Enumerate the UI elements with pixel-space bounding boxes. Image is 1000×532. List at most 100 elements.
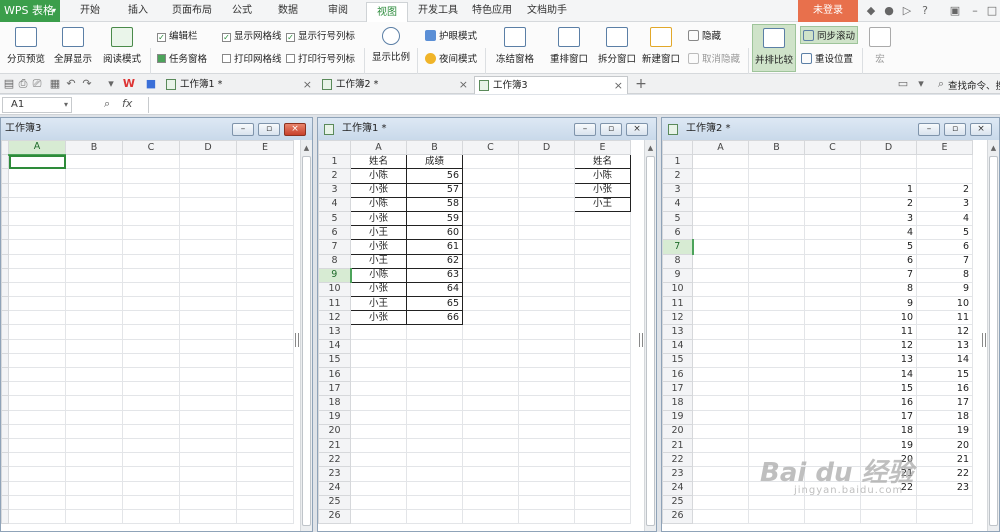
grid-cell[interactable] xyxy=(804,352,861,369)
row-header[interactable]: 5 xyxy=(662,210,693,227)
row-header[interactable]: 23 xyxy=(662,466,693,482)
grid-cell[interactable]: 64 xyxy=(406,281,463,298)
grid-cell[interactable] xyxy=(406,466,463,482)
grid-cell[interactable] xyxy=(462,196,519,212)
grid-cell[interactable] xyxy=(179,225,237,241)
grid-cell[interactable] xyxy=(65,480,123,496)
hide-window-button[interactable]: 隐藏 xyxy=(688,28,721,42)
row-header[interactable]: 12 xyxy=(318,310,351,326)
grid-cell[interactable] xyxy=(65,395,123,411)
grid-cell[interactable]: 2 xyxy=(860,196,917,212)
full-screen-button[interactable]: 全屏显示 xyxy=(52,27,94,65)
grid-cell[interactable] xyxy=(692,225,749,241)
grid-cell[interactable] xyxy=(350,452,407,468)
grid-cell[interactable] xyxy=(122,338,180,354)
grid-cell[interactable] xyxy=(574,267,631,283)
grid-cell[interactable] xyxy=(574,466,631,482)
grid-cell[interactable] xyxy=(406,409,463,425)
window-minimize-button[interactable]: – xyxy=(574,123,596,136)
grid-cell[interactable] xyxy=(462,267,519,283)
grid-cell[interactable] xyxy=(65,324,123,340)
row-header[interactable]: 8 xyxy=(318,253,351,269)
grid-cell[interactable] xyxy=(8,366,66,383)
window-minimize-button[interactable]: – xyxy=(918,123,940,136)
column-header[interactable]: D xyxy=(860,139,917,156)
preview-icon[interactable]: ▦ xyxy=(48,77,62,91)
grid-cell[interactable] xyxy=(462,452,519,468)
grid-cell[interactable] xyxy=(236,182,294,198)
grid-cell[interactable] xyxy=(122,381,180,397)
row-header[interactable] xyxy=(1,253,9,269)
grid-cell[interactable] xyxy=(574,381,631,397)
split-handle[interactable] xyxy=(982,333,986,347)
grid-cell[interactable] xyxy=(350,423,407,439)
grid-cell[interactable] xyxy=(65,508,123,525)
grid-cell[interactable] xyxy=(406,338,463,354)
window-restore-button[interactable]: ▫ xyxy=(600,123,622,136)
tab-formulas[interactable]: 公式 xyxy=(226,0,258,22)
name-box[interactable]: A1 ▾ xyxy=(2,97,72,113)
grid-cell[interactable] xyxy=(122,494,180,510)
row-header[interactable] xyxy=(1,381,9,397)
grid-cell[interactable] xyxy=(518,281,575,298)
grid-cell[interactable] xyxy=(692,466,749,482)
grid-cell[interactable]: 13 xyxy=(860,352,917,369)
grid-cell[interactable]: 19 xyxy=(916,423,973,439)
row-header[interactable]: 17 xyxy=(662,381,693,397)
grid-cell[interactable]: 4 xyxy=(916,210,973,227)
grid-cell[interactable] xyxy=(406,423,463,439)
grid-cell[interactable] xyxy=(236,210,294,227)
grid-cell[interactable] xyxy=(748,423,805,439)
grid-cell[interactable] xyxy=(236,296,294,312)
window-title-bar[interactable]: 工作簿2 * – ▫ × xyxy=(662,118,999,140)
grid-cell[interactable] xyxy=(65,267,123,283)
grid-cell[interactable] xyxy=(518,452,575,468)
grid-cell[interactable] xyxy=(122,366,180,383)
row-header[interactable]: 22 xyxy=(318,452,351,468)
unhide-window-button[interactable]: 取消隐藏 xyxy=(688,51,740,65)
close-icon[interactable]: × xyxy=(303,76,312,93)
grid-cell[interactable] xyxy=(462,225,519,241)
grid-cell[interactable] xyxy=(574,253,631,269)
grid-cell[interactable] xyxy=(122,296,180,312)
grid-cell[interactable] xyxy=(406,480,463,496)
grid-cell[interactable] xyxy=(462,409,519,425)
arrange-windows-button[interactable]: 重排窗口 xyxy=(544,27,594,65)
grid-cell[interactable] xyxy=(122,267,180,283)
row-header[interactable]: 15 xyxy=(662,352,693,369)
row-header[interactable]: 21 xyxy=(662,437,693,454)
grid-cell[interactable]: 66 xyxy=(406,310,463,326)
grid-cell[interactable] xyxy=(8,154,66,170)
grid-cell[interactable] xyxy=(65,352,123,369)
row-header[interactable] xyxy=(1,480,9,496)
grid-cell[interactable] xyxy=(692,508,749,525)
grid-cell[interactable]: 姓名 xyxy=(350,154,407,170)
grid-cell[interactable]: 小张 xyxy=(350,182,407,198)
grid-cell[interactable] xyxy=(236,281,294,298)
export-icon[interactable]: ⎙ xyxy=(16,77,30,91)
grid-cell[interactable] xyxy=(692,310,749,326)
grid-cell[interactable] xyxy=(179,182,237,198)
grid-cell[interactable]: 10 xyxy=(860,310,917,326)
grid-cell[interactable] xyxy=(406,437,463,454)
row-header[interactable] xyxy=(1,225,9,241)
grid-cell[interactable] xyxy=(574,281,631,298)
grid-cell[interactable] xyxy=(804,225,861,241)
grid-cell[interactable] xyxy=(462,366,519,383)
tab-view[interactable]: 视图 xyxy=(366,2,408,23)
grid-cell[interactable] xyxy=(518,210,575,227)
grid-cell[interactable] xyxy=(8,494,66,510)
grid-cell[interactable]: 15 xyxy=(860,381,917,397)
row-header[interactable]: 26 xyxy=(318,508,351,525)
grid-cell[interactable] xyxy=(518,480,575,496)
grid-cell[interactable] xyxy=(692,409,749,425)
grid-cell[interactable] xyxy=(462,437,519,454)
row-header[interactable]: 20 xyxy=(318,423,351,439)
row-header[interactable]: 19 xyxy=(662,409,693,425)
row-header[interactable]: 11 xyxy=(318,296,351,312)
grid-cell[interactable]: 1 xyxy=(860,182,917,198)
tab-developer[interactable]: 开发工具 xyxy=(416,0,460,22)
grid-cell[interactable] xyxy=(692,352,749,369)
grid-cell[interactable] xyxy=(350,338,407,354)
row-header[interactable]: 2 xyxy=(318,168,351,184)
